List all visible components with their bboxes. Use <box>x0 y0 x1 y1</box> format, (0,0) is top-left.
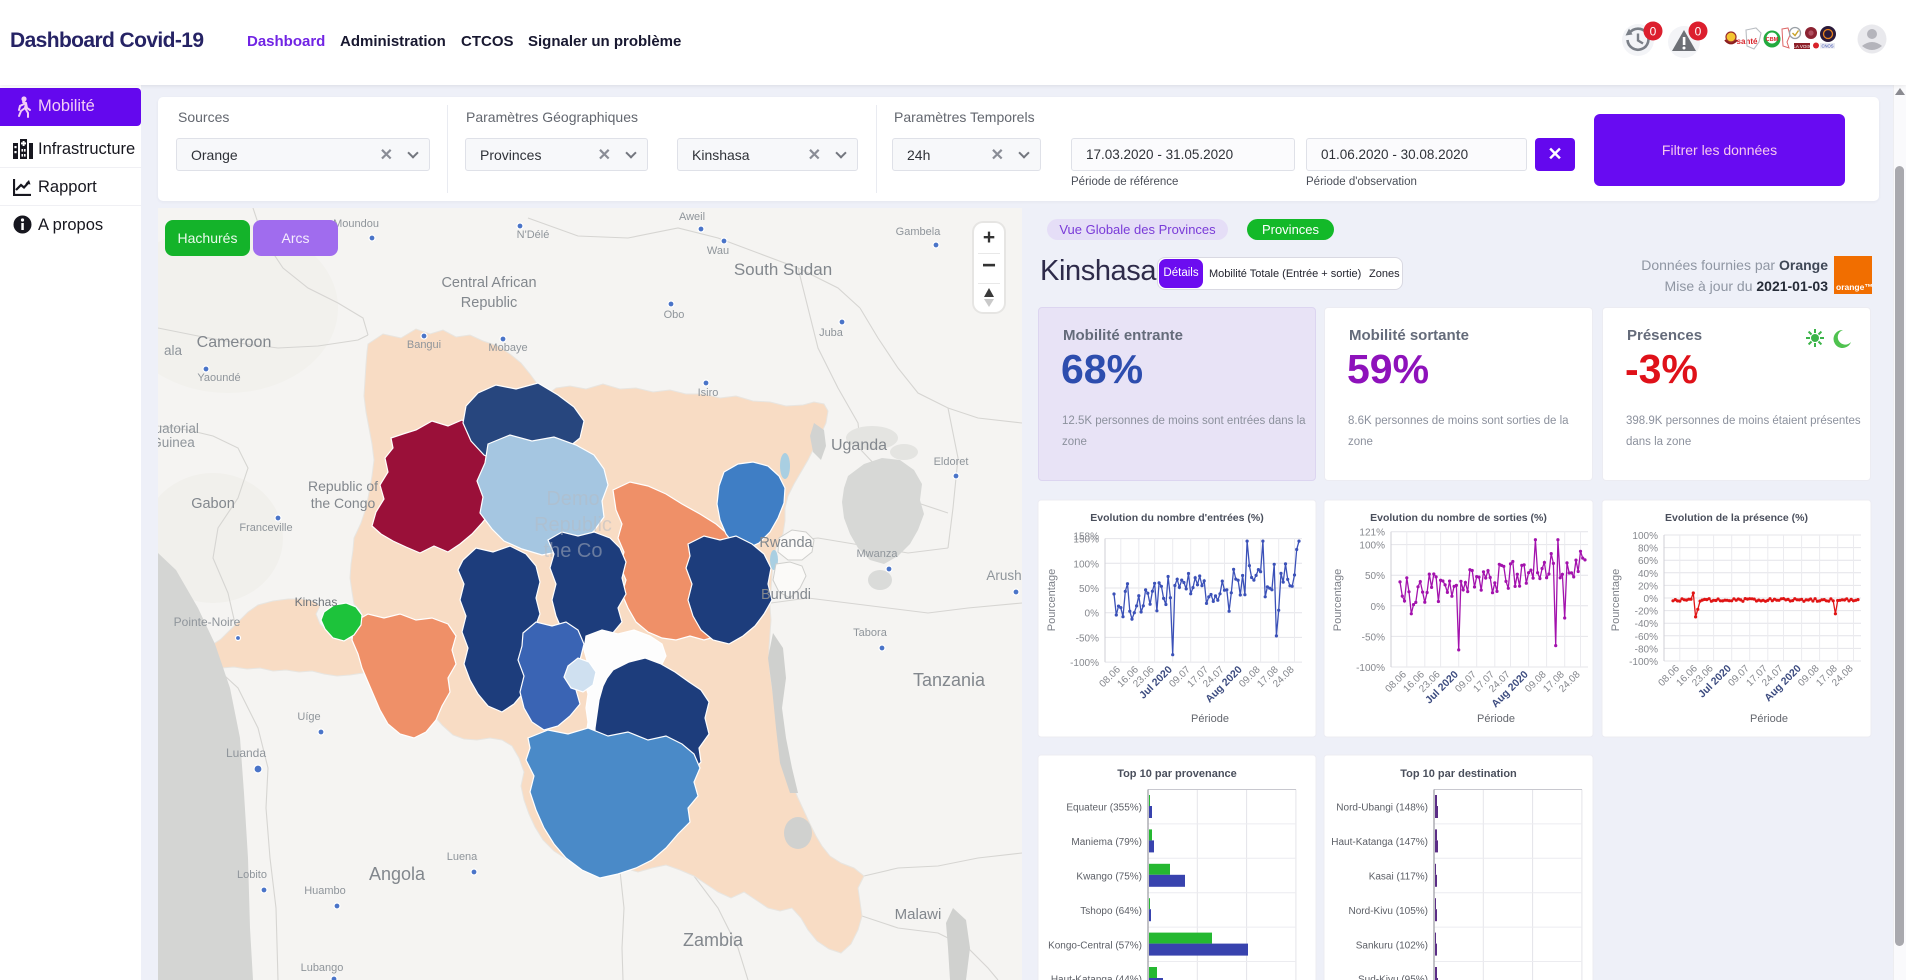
svg-text:CBM: CBM <box>1766 37 1779 43</box>
svg-text:40%: 40% <box>1638 569 1658 580</box>
svg-text:100%: 100% <box>1073 559 1099 570</box>
svg-text:Kongo-Central (57%): Kongo-Central (57%) <box>1048 940 1142 951</box>
svg-text:0: 0 <box>1650 25 1657 39</box>
svg-text:Maniema (79%): Maniema (79%) <box>1071 837 1142 848</box>
svg-text:20%: 20% <box>1638 581 1658 592</box>
svg-text:60%: 60% <box>1638 556 1658 567</box>
svg-text:0%: 0% <box>1644 594 1659 605</box>
svg-text:Pourcentage: Pourcentage <box>1332 569 1344 631</box>
svg-text:100%: 100% <box>1359 541 1385 552</box>
svg-text:50%: 50% <box>1079 584 1099 595</box>
svg-text:LA VOIX: LA VOIX <box>1793 44 1810 49</box>
svg-text:Kasai (117%): Kasai (117%) <box>1369 872 1428 883</box>
svg-text:100%: 100% <box>1632 531 1658 542</box>
svg-text:-100%: -100% <box>1629 657 1658 668</box>
svg-text:Pourcentage: Pourcentage <box>1046 569 1058 631</box>
svg-text:158%: 158% <box>1073 532 1099 543</box>
svg-text:Tshopo (64%): Tshopo (64%) <box>1080 906 1142 917</box>
svg-text:Nord-Kivu (105%): Nord-Kivu (105%) <box>1349 906 1428 917</box>
svg-text:-60%: -60% <box>1635 632 1658 643</box>
svg-text:Kwango (75%): Kwango (75%) <box>1076 872 1142 883</box>
svg-text:50%: 50% <box>1365 571 1385 582</box>
svg-text:-80%: -80% <box>1635 644 1658 655</box>
svg-text:-50%: -50% <box>1076 633 1099 644</box>
svg-text:Top 10 par destination: Top 10 par destination <box>1400 768 1517 780</box>
svg-text:0: 0 <box>1695 25 1702 39</box>
svg-text:Evolution de la présence (%): Evolution de la présence (%) <box>1665 512 1808 524</box>
svg-text:-50%: -50% <box>1362 632 1385 643</box>
svg-text:Nord-Ubangi (148%): Nord-Ubangi (148%) <box>1336 803 1428 814</box>
svg-text:0%: 0% <box>1085 609 1100 620</box>
svg-text:Evolution du nombre de sorties: Evolution du nombre de sorties (%) <box>1370 512 1547 524</box>
svg-text:-100%: -100% <box>1356 663 1385 674</box>
svg-text:121%: 121% <box>1359 528 1385 539</box>
svg-text:-100%: -100% <box>1070 658 1099 669</box>
svg-text:Sankuru (102%): Sankuru (102%) <box>1356 940 1428 951</box>
svg-text:-20%: -20% <box>1635 607 1658 618</box>
svg-text:Période: Période <box>1750 713 1788 725</box>
svg-text:Pourcentage: Pourcentage <box>1610 569 1622 631</box>
svg-text:Equateur (355%): Equateur (355%) <box>1066 803 1142 814</box>
svg-text:Evolution du nombre d'entrées: Evolution du nombre d'entrées (%) <box>1090 512 1263 524</box>
svg-text:Période: Période <box>1191 713 1229 725</box>
svg-text:80%: 80% <box>1638 544 1658 555</box>
svg-text:Haut-Katanga (44%): Haut-Katanga (44%) <box>1051 975 1142 980</box>
svg-text:Haut-Katanga (147%): Haut-Katanga (147%) <box>1331 837 1428 848</box>
svg-text:-40%: -40% <box>1635 619 1658 630</box>
svg-text:0%: 0% <box>1371 602 1386 613</box>
svg-text:Top 10 par provenance: Top 10 par provenance <box>1117 768 1237 780</box>
svg-text:CNOS: CNOS <box>1821 44 1833 49</box>
svg-text:Période: Période <box>1477 713 1515 725</box>
svg-text:Sud-Kivu (95%): Sud-Kivu (95%) <box>1358 975 1428 980</box>
